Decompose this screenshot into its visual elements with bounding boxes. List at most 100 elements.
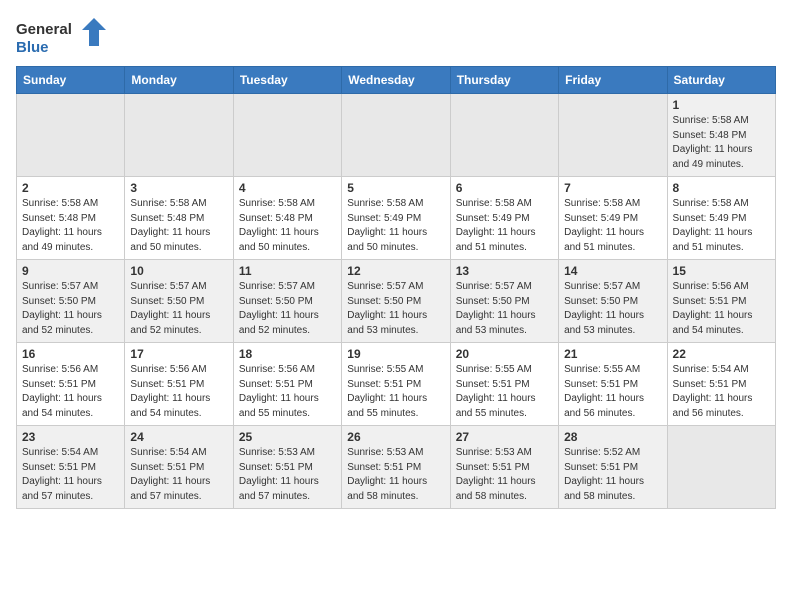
svg-text:Blue: Blue <box>16 39 49 56</box>
day-header-thursday: Thursday <box>450 67 558 94</box>
day-number: 9 <box>22 264 119 278</box>
calendar-cell: 14 Sunrise: 5:57 AM Sunset: 5:50 PM Dayli… <box>559 260 667 343</box>
day-header-tuesday: Tuesday <box>233 67 341 94</box>
svg-text:General: General <box>16 21 72 38</box>
logo: General Blue <box>16 16 106 58</box>
calendar-cell: 9 Sunrise: 5:57 AM Sunset: 5:50 PM Daylig… <box>17 260 125 343</box>
day-number: 7 <box>564 181 661 195</box>
day-info: Sunrise: 5:55 AM Sunset: 5:51 PM Dayligh… <box>564 363 661 421</box>
calendar-cell: 4 Sunrise: 5:58 AM Sunset: 5:48 PM Daylig… <box>233 177 341 260</box>
day-info: Sunrise: 5:57 AM Sunset: 5:50 PM Dayligh… <box>22 280 119 338</box>
calendar-cell <box>667 426 775 509</box>
calendar-cell: 27Sunrise: 5:53 AM Sunset: 5:51 PM Dayli… <box>450 426 558 509</box>
day-info: Sunrise: 5:53 AM Sunset: 5:51 PM Dayligh… <box>347 446 444 504</box>
day-header-sunday: Sunday <box>17 67 125 94</box>
day-number: 1 <box>673 98 770 112</box>
calendar-cell: 8 Sunrise: 5:58 AM Sunset: 5:49 PM Daylig… <box>667 177 775 260</box>
calendar-header: SundayMondayTuesdayWednesdayThursdayFrid… <box>17 67 776 94</box>
calendar-cell: 28Sunrise: 5:52 AM Sunset: 5:51 PM Dayli… <box>559 426 667 509</box>
day-number: 16 <box>22 347 119 361</box>
day-info: Sunrise: 5:58 AM Sunset: 5:48 PM Dayligh… <box>130 197 227 255</box>
day-info: Sunrise: 5:56 AM Sunset: 5:51 PM Dayligh… <box>130 363 227 421</box>
day-number: 18 <box>239 347 336 361</box>
calendar-cell: 26Sunrise: 5:53 AM Sunset: 5:51 PM Dayli… <box>342 426 450 509</box>
calendar-cell <box>559 94 667 177</box>
day-number: 25 <box>239 430 336 444</box>
day-number: 19 <box>347 347 444 361</box>
day-info: Sunrise: 5:56 AM Sunset: 5:51 PM Dayligh… <box>22 363 119 421</box>
day-headers-row: SundayMondayTuesdayWednesdayThursdayFrid… <box>17 67 776 94</box>
calendar-cell: 13 Sunrise: 5:57 AM Sunset: 5:50 PM Dayli… <box>450 260 558 343</box>
day-info: Sunrise: 5:54 AM Sunset: 5:51 PM Dayligh… <box>22 446 119 504</box>
day-number: 3 <box>130 181 227 195</box>
calendar-cell: 6 Sunrise: 5:58 AM Sunset: 5:49 PM Daylig… <box>450 177 558 260</box>
day-info: Sunrise: 5:58 AM Sunset: 5:49 PM Dayligh… <box>673 197 770 255</box>
day-number: 13 <box>456 264 553 278</box>
calendar-cell: 2Sunrise: 5:58 AM Sunset: 5:48 PM Daylig… <box>17 177 125 260</box>
day-number: 17 <box>130 347 227 361</box>
day-info: Sunrise: 5:54 AM Sunset: 5:51 PM Dayligh… <box>130 446 227 504</box>
day-number: 24 <box>130 430 227 444</box>
day-number: 11 <box>239 264 336 278</box>
calendar-body: 1 Sunrise: 5:58 AM Sunset: 5:48 PM Daylig… <box>17 94 776 509</box>
calendar-cell <box>450 94 558 177</box>
day-info: Sunrise: 5:57 AM Sunset: 5:50 PM Dayligh… <box>347 280 444 338</box>
calendar-cell: 7 Sunrise: 5:58 AM Sunset: 5:49 PM Daylig… <box>559 177 667 260</box>
calendar-cell: 16 Sunrise: 5:56 AM Sunset: 5:51 PM Dayli… <box>17 343 125 426</box>
day-info: Sunrise: 5:55 AM Sunset: 5:51 PM Dayligh… <box>456 363 553 421</box>
day-number: 4 <box>239 181 336 195</box>
calendar-week-2: 9 Sunrise: 5:57 AM Sunset: 5:50 PM Daylig… <box>17 260 776 343</box>
calendar-week-3: 16 Sunrise: 5:56 AM Sunset: 5:51 PM Dayli… <box>17 343 776 426</box>
day-header-wednesday: Wednesday <box>342 67 450 94</box>
day-info: Sunrise: 5:58 AM Sunset: 5:48 PM Dayligh… <box>22 197 119 255</box>
calendar-cell: 15 Sunrise: 5:56 AM Sunset: 5:51 PM Dayli… <box>667 260 775 343</box>
calendar-cell: 24 Sunrise: 5:54 AM Sunset: 5:51 PM Dayli… <box>125 426 233 509</box>
calendar-cell <box>233 94 341 177</box>
day-number: 23 <box>22 430 119 444</box>
day-number: 10 <box>130 264 227 278</box>
calendar-week-0: 1 Sunrise: 5:58 AM Sunset: 5:48 PM Daylig… <box>17 94 776 177</box>
day-info: Sunrise: 5:57 AM Sunset: 5:50 PM Dayligh… <box>130 280 227 338</box>
calendar-cell: 23 Sunrise: 5:54 AM Sunset: 5:51 PM Dayli… <box>17 426 125 509</box>
day-info: Sunrise: 5:58 AM Sunset: 5:49 PM Dayligh… <box>564 197 661 255</box>
day-info: Sunrise: 5:53 AM Sunset: 5:51 PM Dayligh… <box>456 446 553 504</box>
day-number: 14 <box>564 264 661 278</box>
day-number: 8 <box>673 181 770 195</box>
day-number: 6 <box>456 181 553 195</box>
day-header-saturday: Saturday <box>667 67 775 94</box>
day-header-monday: Monday <box>125 67 233 94</box>
day-info: Sunrise: 5:58 AM Sunset: 5:48 PM Dayligh… <box>239 197 336 255</box>
day-info: Sunrise: 5:58 AM Sunset: 5:49 PM Dayligh… <box>456 197 553 255</box>
day-info: Sunrise: 5:56 AM Sunset: 5:51 PM Dayligh… <box>673 280 770 338</box>
day-number: 5 <box>347 181 444 195</box>
calendar-cell: 1 Sunrise: 5:58 AM Sunset: 5:48 PM Daylig… <box>667 94 775 177</box>
day-number: 12 <box>347 264 444 278</box>
day-info: Sunrise: 5:55 AM Sunset: 5:51 PM Dayligh… <box>347 363 444 421</box>
day-info: Sunrise: 5:58 AM Sunset: 5:48 PM Dayligh… <box>673 114 770 172</box>
day-info: Sunrise: 5:58 AM Sunset: 5:49 PM Dayligh… <box>347 197 444 255</box>
day-number: 22 <box>673 347 770 361</box>
calendar-cell: 20 Sunrise: 5:55 AM Sunset: 5:51 PM Dayli… <box>450 343 558 426</box>
calendar-cell: 25Sunrise: 5:53 AM Sunset: 5:51 PM Dayli… <box>233 426 341 509</box>
calendar-cell <box>17 94 125 177</box>
calendar-cell: 3 Sunrise: 5:58 AM Sunset: 5:48 PM Daylig… <box>125 177 233 260</box>
day-info: Sunrise: 5:52 AM Sunset: 5:51 PM Dayligh… <box>564 446 661 504</box>
day-header-friday: Friday <box>559 67 667 94</box>
day-number: 15 <box>673 264 770 278</box>
calendar-cell: 21 Sunrise: 5:55 AM Sunset: 5:51 PM Dayli… <box>559 343 667 426</box>
calendar-cell: 17 Sunrise: 5:56 AM Sunset: 5:51 PM Dayli… <box>125 343 233 426</box>
calendar-cell: 5 Sunrise: 5:58 AM Sunset: 5:49 PM Daylig… <box>342 177 450 260</box>
day-info: Sunrise: 5:57 AM Sunset: 5:50 PM Dayligh… <box>456 280 553 338</box>
logo-svg: General Blue <box>16 16 106 58</box>
day-number: 20 <box>456 347 553 361</box>
calendar-cell: 19 Sunrise: 5:55 AM Sunset: 5:51 PM Dayli… <box>342 343 450 426</box>
day-number: 21 <box>564 347 661 361</box>
day-info: Sunrise: 5:56 AM Sunset: 5:51 PM Dayligh… <box>239 363 336 421</box>
day-info: Sunrise: 5:57 AM Sunset: 5:50 PM Dayligh… <box>564 280 661 338</box>
calendar-cell <box>125 94 233 177</box>
calendar-table: SundayMondayTuesdayWednesdayThursdayFrid… <box>16 66 776 509</box>
page-header: General Blue <box>16 16 776 58</box>
calendar-week-1: 2Sunrise: 5:58 AM Sunset: 5:48 PM Daylig… <box>17 177 776 260</box>
calendar-cell: 18 Sunrise: 5:56 AM Sunset: 5:51 PM Dayli… <box>233 343 341 426</box>
calendar-cell: 11Sunrise: 5:57 AM Sunset: 5:50 PM Dayli… <box>233 260 341 343</box>
